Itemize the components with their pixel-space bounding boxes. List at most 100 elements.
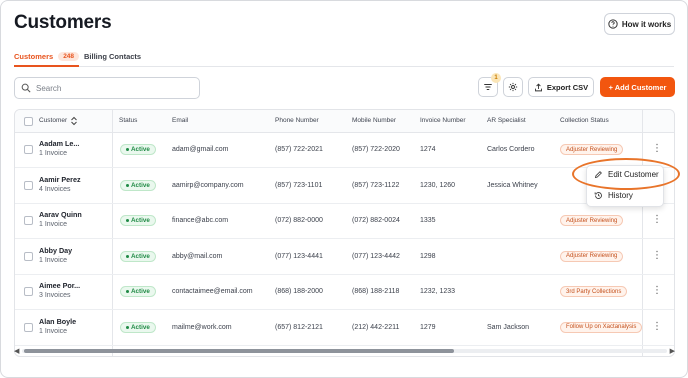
invoice-count: 4 Invoices xyxy=(39,185,71,193)
column-header-ar-specialist[interactable]: AR Specialist xyxy=(487,117,526,124)
customer-name[interactable]: Aimee Por... xyxy=(39,281,80,290)
status-dot-icon xyxy=(126,325,129,329)
status-badge: Active xyxy=(120,144,156,155)
ar-specialist-cell: Jessica Whitney xyxy=(487,181,538,189)
table-row[interactable]: Aimee Por... 3 Invoices Active contactaimee… xyxy=(15,275,674,310)
export-icon xyxy=(534,82,542,91)
status-dot-icon xyxy=(126,254,129,258)
tab-billing-contacts[interactable]: Billing Contacts xyxy=(84,49,141,63)
column-header-collection-status[interactable]: Collection Status xyxy=(560,117,609,124)
email-cell: abby@mail.com xyxy=(172,252,223,260)
status-dot-icon xyxy=(126,219,129,222)
phone-cell: (857) 722-2021 xyxy=(275,146,323,153)
table-row[interactable]: Aadam Le... 1 Invoice Active adam@gmail.com… xyxy=(15,133,674,168)
ar-specialist-cell: Carlos Cordero xyxy=(487,146,535,153)
how-it-works-label: How it works xyxy=(621,19,672,29)
mobile-cell: (212) 442-2211 xyxy=(352,323,400,331)
status-badge: Active xyxy=(120,179,156,191)
invoice-number-cell: 1335 xyxy=(420,217,436,224)
status-dot-icon xyxy=(126,183,129,187)
add-customer-button[interactable]: + Add Customer xyxy=(600,77,675,97)
column-header-mobile[interactable]: Mobile Number xyxy=(352,117,396,124)
customer-name[interactable]: Abby Day xyxy=(39,246,72,255)
column-header-email[interactable]: Email xyxy=(172,117,188,124)
table-row[interactable]: Aarav Quinn 1 Invoice Active finance@abc.co… xyxy=(15,204,674,239)
email-cell: contactaimee@email.com xyxy=(172,288,253,295)
status-dot-icon xyxy=(126,148,129,151)
column-header-invoice-number[interactable]: Invoice Number xyxy=(420,117,466,124)
customer-name[interactable]: Aadam Le... xyxy=(39,139,79,148)
filter-count-badge: 1 xyxy=(491,73,501,83)
customer-name[interactable]: Alan Boyle xyxy=(39,317,76,326)
table-header: Customer Status Email Phone Number Mobil… xyxy=(15,110,674,133)
invoice-count: 1 Invoice xyxy=(39,256,68,264)
scroll-right-icon[interactable]: ▶ xyxy=(670,347,675,355)
row-checkbox[interactable] xyxy=(24,287,33,296)
kebab-icon[interactable]: ⋮ xyxy=(652,144,662,154)
status-label: Active xyxy=(131,217,150,224)
tab-billing-contacts-label: Billing Contacts xyxy=(84,51,142,61)
column-header-phone[interactable]: Phone Number xyxy=(275,117,319,124)
gear-icon xyxy=(508,82,518,92)
column-header-customer[interactable]: Customer xyxy=(39,117,67,124)
scroll-left-icon[interactable]: ◀ xyxy=(14,347,19,355)
customer-count-badge: 248 xyxy=(58,51,80,61)
phone-cell: (857) 723-1101 xyxy=(275,181,323,189)
tab-customers[interactable]: Customers 248 xyxy=(14,49,80,67)
mobile-cell: (857) 722-2020 xyxy=(352,146,400,153)
status-badge: Active xyxy=(120,215,156,226)
row-checkbox[interactable] xyxy=(24,145,33,154)
menu-item-history[interactable]: History xyxy=(594,191,633,200)
status-label: Active xyxy=(131,252,150,260)
scroll-thumb[interactable] xyxy=(24,349,454,353)
row-checkbox[interactable] xyxy=(24,322,33,332)
app-window: Customers How it works Customers 248 Bil… xyxy=(0,0,688,378)
select-all-checkbox[interactable] xyxy=(24,117,33,126)
invoice-count: 1 Invoice xyxy=(39,327,68,335)
status-label: Active xyxy=(131,181,150,189)
history-icon xyxy=(594,192,602,199)
table-row[interactable]: Alan Boyle 1 Invoice Active mailme@work.com… xyxy=(15,311,674,346)
phone-cell: (657) 812-2121 xyxy=(275,323,323,331)
how-it-works-button[interactable]: How it works xyxy=(604,13,675,35)
status-badge: Active xyxy=(120,286,156,297)
email-cell: adam@gmail.com xyxy=(172,146,229,153)
kebab-icon[interactable]: ⋮ xyxy=(652,250,662,261)
invoice-count: 3 Invoices xyxy=(39,292,71,299)
search-icon xyxy=(21,83,31,93)
kebab-icon[interactable]: ⋮ xyxy=(652,286,662,296)
status-dot-icon xyxy=(126,290,129,293)
settings-button[interactable] xyxy=(503,77,523,97)
kebab-icon[interactable]: ⋮ xyxy=(652,321,662,332)
horizontal-scrollbar[interactable]: ◀ ▶ xyxy=(14,347,675,355)
customer-name[interactable]: Aarav Quinn xyxy=(39,210,82,219)
mobile-cell: (868) 188-2118 xyxy=(352,288,400,295)
phone-cell: (072) 882-0000 xyxy=(275,217,323,224)
status-label: Active xyxy=(131,288,150,295)
filter-icon xyxy=(484,84,492,90)
filter-button[interactable]: 1 xyxy=(478,73,501,97)
invoice-number-cell: 1230, 1260 xyxy=(420,181,456,189)
mobile-cell: (072) 882-0024 xyxy=(352,217,400,224)
customers-table: Customer Status Email Phone Number Mobil… xyxy=(14,109,675,357)
customer-name[interactable]: Aamir Perez xyxy=(39,175,81,184)
sort-icon[interactable] xyxy=(70,116,78,126)
search-box[interactable] xyxy=(14,77,200,99)
row-checkbox[interactable] xyxy=(24,216,33,225)
column-header-status[interactable]: Status xyxy=(119,117,137,124)
export-csv-button[interactable]: Export CSV xyxy=(528,77,594,97)
search-input[interactable] xyxy=(36,83,186,93)
kebab-icon[interactable]: ⋮ xyxy=(652,215,662,225)
row-checkbox[interactable] xyxy=(24,180,33,190)
row-checkbox[interactable] xyxy=(24,251,33,261)
status-badge: Active xyxy=(120,321,156,333)
mobile-cell: (857) 723-1122 xyxy=(352,181,400,189)
invoice-number-cell: 1279 xyxy=(420,323,436,331)
add-customer-label: + Add Customer xyxy=(608,82,667,92)
table-row[interactable]: Abby Day 1 Invoice Active abby@mail.com (077… xyxy=(15,240,674,275)
help-icon xyxy=(608,19,618,29)
tab-customers-label: Customers xyxy=(14,51,54,61)
email-cell: mailme@work.com xyxy=(172,323,232,331)
highlight-annotation xyxy=(572,158,680,190)
status-badge: Active xyxy=(120,250,156,262)
